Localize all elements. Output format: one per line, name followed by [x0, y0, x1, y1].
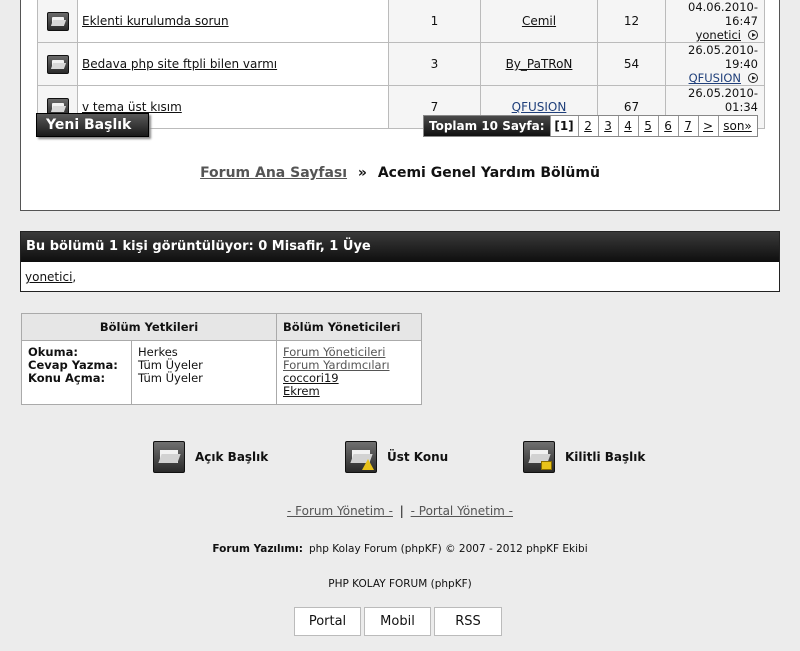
page-link-7[interactable]: 7 — [677, 116, 698, 136]
breadcrumb-current: Acemi Genel Yardım Bölümü — [377, 165, 600, 181]
page-link-3[interactable]: 3 — [597, 116, 618, 136]
topic-replies: 3 — [388, 42, 481, 86]
breadcrumb-separator: » — [357, 165, 367, 181]
folder-icon — [46, 11, 69, 31]
legend-locked-label: Kilitli Başlık — [565, 450, 646, 464]
viewers-panel: Bu bölümü 1 kişi görüntülüyor: 0 Misafir… — [20, 231, 780, 292]
last-post-date: 26.05.2010- 19:40 — [688, 43, 758, 71]
admin-links: - Forum Yönetim - | - Portal Yönetim - — [0, 504, 800, 518]
table-row: Eklenti kurulumda sorun 1 Cemil 12 04.06… — [37, 0, 765, 43]
folder-warning-icon — [345, 441, 377, 473]
legend-open-label: Açık Başlık — [195, 450, 269, 464]
moderator-link-ekrem[interactable]: Ekrem — [283, 385, 415, 398]
permission-value-create: Tüm Üyeler — [138, 371, 203, 385]
breadcrumb-home-link[interactable]: Forum Ana Sayfası — [200, 165, 347, 181]
last-post-user-link[interactable]: QFUSION — [689, 71, 741, 85]
topic-author-link[interactable]: By_PaTRoN — [506, 57, 573, 71]
play-circle-icon[interactable] — [748, 73, 758, 83]
topic-legend: Açık Başlık Üst Konu Kilitli Başlık — [0, 441, 800, 475]
topic-table: Eklenti kurulumda sorun 1 Cemil 12 04.06… — [37, 0, 765, 129]
last-post-date: 26.05.2010- 01:34 — [688, 86, 758, 114]
viewers-heading: Bu bölümü 1 kişi görüntülüyor: 0 Misafir… — [21, 232, 779, 262]
page-link-5[interactable]: 5 — [637, 116, 658, 136]
credits-label: Forum Yazılımı: — [212, 543, 303, 555]
legend-open: Açık Başlık — [153, 441, 268, 473]
page-next-button[interactable]: > — [697, 116, 718, 136]
rss-button[interactable]: RSS — [434, 607, 502, 636]
forum-admin-link[interactable]: - Forum Yönetim - — [287, 504, 393, 518]
footer-buttons: Portal Mobil RSS — [294, 607, 502, 636]
topic-author-link[interactable]: Cemil — [522, 14, 556, 28]
last-post-user-link[interactable]: yonetici — [696, 28, 741, 42]
moderators-header: Bölüm Yöneticileri — [276, 313, 422, 341]
folder-lock-icon — [523, 441, 555, 473]
new-topic-button[interactable]: Yeni Başlık — [36, 113, 149, 137]
software-credits: Forum Yazılımı: php Kolay Forum (phpKF) ©… — [0, 543, 800, 555]
folder-icon — [46, 54, 69, 74]
page-current: [1] — [549, 116, 578, 136]
topic-title-link[interactable]: Eklenti kurulumda sorun — [82, 14, 229, 28]
legend-locked: Kilitli Başlık — [523, 441, 645, 473]
page-link-2[interactable]: 2 — [577, 116, 598, 136]
breadcrumb: Forum Ana Sayfası » Acemi Genel Yardım B… — [21, 165, 779, 181]
page-link-4[interactable]: 4 — [617, 116, 638, 136]
permissions-header: Bölüm Yetkileri — [21, 313, 277, 341]
pagination: Toplam 10 Sayfa: [1] 2 3 4 5 6 7 > son» — [423, 115, 758, 137]
table-row: Bedava php site ftpli bilen varmı 3 By_P… — [37, 42, 765, 86]
admin-links-separator: | — [399, 504, 404, 518]
credits-text: php Kolay Forum (phpKF) © 2007 - 2012 ph… — [308, 543, 588, 555]
topic-views: 12 — [597, 0, 666, 43]
legend-sticky-label: Üst Konu — [387, 450, 449, 464]
play-circle-icon[interactable] — [748, 30, 758, 40]
topic-title-link[interactable]: Bedava php site ftpli bilen varmı — [82, 57, 277, 71]
viewer-separator: , — [72, 270, 77, 284]
topic-title-link[interactable]: v tema üst kısım — [82, 100, 182, 114]
portal-admin-link[interactable]: - Portal Yönetim - — [411, 504, 513, 518]
topic-views: 54 — [597, 42, 666, 86]
folder-icon — [153, 441, 185, 473]
topic-author-link[interactable]: QFUSION — [512, 100, 567, 114]
topic-replies: 1 — [388, 0, 481, 43]
forum-topic-panel: Eklenti kurulumda sorun 1 Cemil 12 04.06… — [20, 0, 780, 211]
permissions-table: Bölüm Yetkileri Bölüm Yöneticileri Okuma… — [21, 313, 422, 405]
permission-label-create: Konu Açma: — [28, 371, 106, 385]
page-last-button[interactable]: son» — [717, 116, 757, 136]
last-post-date: 04.06.2010- 16:47 — [688, 0, 758, 28]
footer-brand: PHP KOLAY FORUM (phpKF) — [328, 578, 472, 590]
portal-button[interactable]: Portal — [294, 607, 361, 636]
page-link-6[interactable]: 6 — [657, 116, 678, 136]
mobile-button[interactable]: Mobil — [364, 607, 431, 636]
legend-sticky: Üst Konu — [345, 441, 448, 473]
pagination-label: Toplam 10 Sayfa: — [424, 116, 550, 136]
viewer-user-link[interactable]: yonetici — [25, 270, 72, 284]
